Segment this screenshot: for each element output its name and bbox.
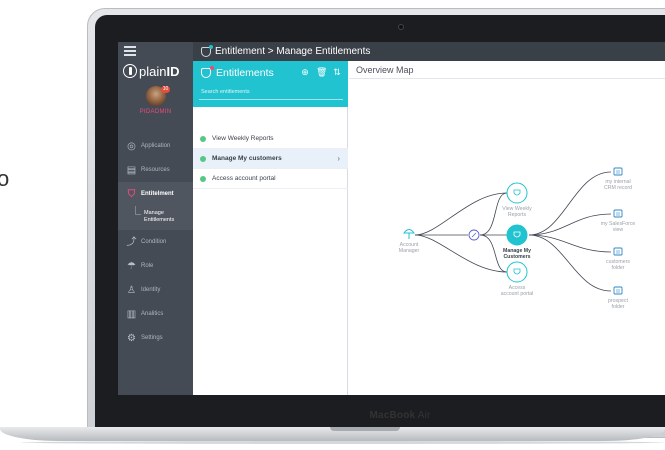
sidebar-item-label: Settings bbox=[141, 335, 163, 341]
plainid-logo: plainID bbox=[123, 64, 179, 79]
sidebar-item-settings[interactable]: ⚙ Settings bbox=[118, 326, 193, 350]
delete-icon[interactable]: 🗑 bbox=[316, 66, 327, 78]
umbrella-icon bbox=[403, 229, 415, 239]
entitlements-panel: Entitlements ⊕ 🗑 ⇅ Search entitlements V… bbox=[193, 61, 348, 395]
sidebar-item-label: Entitelment bbox=[141, 191, 174, 197]
entitlement-label: Access account portal bbox=[212, 175, 276, 182]
shield-icon: ⛉ bbox=[127, 188, 136, 200]
sidebar-item-label: Identity bbox=[141, 287, 161, 293]
sidebar-nav: ◎ Application ▤ Resources ⛉ Entitelment Manage… bbox=[118, 134, 193, 350]
stage: o plainID 10 PIDADMIN ◎ Application ▤ Resou… bbox=[0, 0, 665, 450]
edge-line bbox=[528, 171, 612, 236]
edge-line bbox=[414, 192, 508, 236]
resource-label: folder bbox=[612, 304, 625, 310]
entitlement-row[interactable]: Access account portal bbox=[193, 169, 348, 189]
app-screen: plainID 10 PIDADMIN ◎ Application ▤ Resourc… bbox=[118, 42, 665, 395]
entitlement-node[interactable] bbox=[506, 182, 528, 204]
sidebar-item-resources[interactable]: ▤ Resources bbox=[118, 158, 193, 182]
edge-line bbox=[479, 192, 508, 236]
status-dot-icon bbox=[200, 155, 206, 162]
sidebar-item-role[interactable]: ☂ Role bbox=[118, 254, 193, 278]
add-icon[interactable]: ⊕ bbox=[300, 66, 310, 78]
entitlement-node-label: Reports bbox=[508, 212, 527, 218]
sidebar-item-application[interactable]: ◎ Application bbox=[118, 134, 193, 158]
globe-icon: ◎ bbox=[127, 140, 136, 152]
entitlements-title: Entitlements bbox=[201, 66, 274, 79]
sort-icon[interactable]: ⇅ bbox=[332, 66, 342, 78]
bar-chart-icon: ▥ bbox=[126, 308, 137, 320]
crm-record-icon[interactable] bbox=[613, 167, 623, 176]
cropped-text: o bbox=[0, 166, 10, 191]
search-input[interactable]: Search entitlements bbox=[199, 85, 343, 100]
entitlement-node-label: account portal bbox=[501, 291, 534, 297]
overview-panel: Overview Map Account Manager View Weekly Re… bbox=[349, 61, 665, 395]
status-dot-icon bbox=[200, 175, 206, 182]
sidebar-item-label: Condition bbox=[141, 239, 167, 245]
status-dot-icon bbox=[200, 135, 206, 142]
role-node[interactable] bbox=[403, 229, 415, 240]
users-icon: ♙ bbox=[127, 284, 136, 296]
entitlements-list: View Weekly Reports Manage My customers › A… bbox=[193, 129, 348, 189]
breadcrumb: Entitlement > Manage Entitlements bbox=[215, 46, 371, 57]
sidebar-item-label: Application bbox=[141, 143, 171, 149]
umbrella-icon: ☂ bbox=[127, 260, 136, 272]
overview-map: AccountManagerView WeeklyReportsManage M… bbox=[399, 167, 635, 310]
entitlement-row[interactable]: Manage My customers › bbox=[193, 149, 348, 169]
sidebar-item-label: Resources bbox=[141, 167, 170, 173]
entitlements-actions: ⊕ 🗑 ⇅ bbox=[300, 66, 342, 78]
sidebar-subitem-manage-entitlements[interactable]: Manage Entitlements bbox=[118, 206, 193, 230]
sidebar-item-identity[interactable]: ♙ Identity bbox=[118, 278, 193, 302]
hamburger-menu-icon[interactable] bbox=[124, 46, 136, 56]
user-name[interactable]: PIDADMIN bbox=[118, 109, 193, 115]
notification-badge: 10 bbox=[161, 86, 170, 93]
shield-icon bbox=[201, 66, 214, 78]
sidebar-item-condition[interactable]: ⤴ Condition bbox=[118, 230, 193, 254]
sidebar-item-label: Analitics bbox=[141, 311, 164, 317]
condition-icon: ⤴ bbox=[126, 236, 137, 248]
folder-icon[interactable] bbox=[613, 286, 623, 295]
entitlement-shield-icon bbox=[201, 44, 213, 57]
entitlements-header: Entitlements ⊕ 🗑 ⇅ Search entitlements bbox=[193, 61, 348, 107]
laptop-shadow bbox=[20, 441, 665, 444]
folder-icon[interactable] bbox=[613, 247, 623, 256]
entitlement-node[interactable] bbox=[506, 261, 528, 283]
sidebar: plainID 10 PIDADMIN ◎ Application ▤ Resourc… bbox=[118, 42, 193, 395]
entitlement-label: Manage My customers bbox=[212, 155, 282, 162]
resource-label: CRM record bbox=[604, 185, 632, 191]
topbar: Entitlement > Manage Entitlements bbox=[193, 42, 665, 61]
entitlement-label: View Weekly Reports bbox=[212, 135, 274, 142]
gear-icon: ⚙ bbox=[127, 332, 136, 344]
entitlement-node-label: Customers bbox=[503, 254, 530, 260]
role-label-line-2: Manager bbox=[399, 248, 420, 254]
sidebar-item-entitelment[interactable]: ⛉ Entitelment bbox=[118, 182, 193, 206]
entitlement-node[interactable] bbox=[506, 224, 528, 246]
edge-line bbox=[414, 234, 508, 273]
resource-label: folder bbox=[612, 265, 625, 271]
sidebar-item-label: Role bbox=[141, 263, 154, 269]
laptop-notch bbox=[330, 427, 400, 431]
resource-label: view bbox=[613, 227, 624, 233]
camera-icon bbox=[398, 24, 404, 30]
entitlement-row[interactable]: View Weekly Reports bbox=[193, 129, 348, 149]
salesforce-icon[interactable] bbox=[613, 209, 623, 218]
sidebar-subitem-label: Manage Entitlements bbox=[144, 210, 175, 223]
logo-mark-icon bbox=[123, 64, 137, 78]
device-brand: MacBook Air bbox=[369, 410, 431, 421]
chevron-right-icon[interactable]: › bbox=[337, 154, 340, 163]
sidebar-item-analitics[interactable]: ▥ Analitics bbox=[118, 302, 193, 326]
tree-connector bbox=[135, 206, 141, 215]
folder-icon: ▤ bbox=[126, 164, 137, 176]
